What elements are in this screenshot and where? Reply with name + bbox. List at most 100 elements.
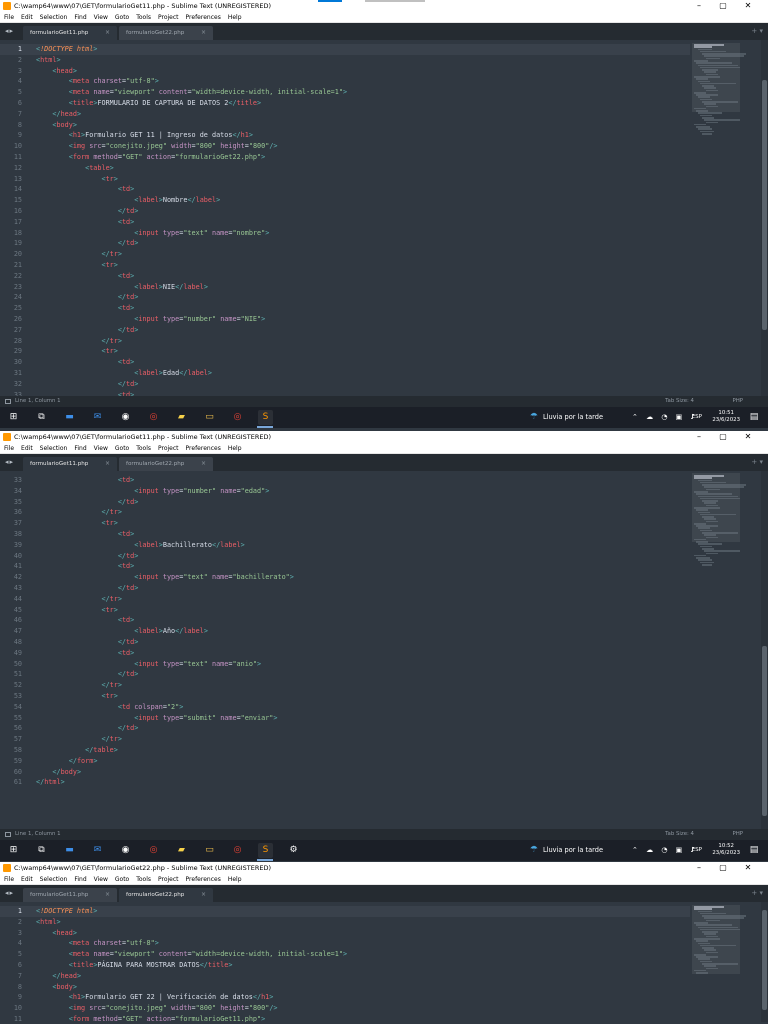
close-icon[interactable]: × — [201, 26, 206, 40]
menu-project[interactable]: Project — [158, 445, 179, 452]
menu-goto[interactable]: Goto — [115, 876, 129, 883]
menu-file[interactable]: File — [4, 445, 14, 452]
tab-formularioget11[interactable]: formularioGet11.php × — [23, 888, 117, 902]
close-icon[interactable]: × — [201, 888, 206, 902]
chrome-icon[interactable]: ◎ — [230, 843, 245, 858]
windows-start-icon[interactable]: ⊞ — [6, 410, 21, 425]
close-icon[interactable]: × — [105, 888, 110, 902]
minimap[interactable] — [692, 905, 746, 974]
menu-help[interactable]: Help — [228, 14, 242, 21]
menu-selection[interactable]: Selection — [40, 876, 68, 883]
menu-find[interactable]: Find — [74, 14, 86, 21]
close-icon[interactable]: × — [201, 457, 206, 471]
tab-size-selector[interactable]: Tab Size: 4 — [665, 396, 694, 407]
language-indicator[interactable]: ESP — [692, 840, 702, 861]
task-view-icon[interactable]: ⧉ — [34, 410, 49, 425]
menu-edit[interactable]: Edit — [21, 876, 33, 883]
menu-find[interactable]: Find — [74, 876, 86, 883]
scrollbar-thumb[interactable] — [762, 646, 767, 816]
language-indicator[interactable]: ESP — [692, 407, 702, 428]
menu-help[interactable]: Help — [228, 445, 242, 452]
whatsapp-icon[interactable]: ◉ — [118, 410, 133, 425]
file-explorer-icon[interactable]: ▬ — [62, 843, 77, 858]
system-tray-icons[interactable]: ⌃ ☁ ◔ ▣ ♪ — [632, 840, 698, 861]
menu-view[interactable]: View — [94, 445, 108, 452]
new-tab-icon[interactable]: + ▾ — [751, 888, 763, 898]
new-tab-icon[interactable]: + ▾ — [751, 26, 763, 36]
menu-view[interactable]: View — [94, 876, 108, 883]
syntax-selector[interactable]: PHP — [732, 829, 743, 840]
file-explorer-icon[interactable]: ▬ — [62, 410, 77, 425]
notification-icon[interactable]: ▤ — [748, 844, 760, 856]
menu-project[interactable]: Project — [158, 14, 179, 21]
new-tab-icon[interactable]: + ▾ — [751, 457, 763, 467]
tab-formularioget22[interactable]: formularioGet22.php × — [119, 26, 213, 40]
menu-project[interactable]: Project — [158, 876, 179, 883]
menu-selection[interactable]: Selection — [40, 14, 68, 21]
tab-formularioget22[interactable]: formularioGet22.php × — [119, 457, 213, 471]
whatsapp-icon[interactable]: ◉ — [118, 843, 133, 858]
tab-formularioget11[interactable]: formularioGet11.php × — [23, 26, 117, 40]
code-editor[interactable]: 1 <!DOCTYPE html> 2 <html> 3 <head> 4 <meta c… — [0, 902, 768, 1022]
tab-nav-arrows-icon[interactable]: ◂▸ — [5, 26, 14, 36]
close-button[interactable]: ✕ — [736, 0, 760, 12]
maximize-button[interactable]: ▢ — [711, 862, 735, 874]
mail-icon[interactable]: ✉ — [90, 410, 105, 425]
vertical-scrollbar[interactable] — [761, 902, 768, 1022]
maximize-button[interactable]: ▢ — [711, 0, 735, 12]
windows-start-icon[interactable]: ⊞ — [6, 843, 21, 858]
sticky-notes-icon[interactable]: ▰ — [174, 843, 189, 858]
mail-icon[interactable]: ✉ — [90, 843, 105, 858]
chrome-icon[interactable]: ◎ — [146, 843, 161, 858]
menu-edit[interactable]: Edit — [21, 14, 33, 21]
minimap[interactable] — [692, 473, 746, 566]
task-view-icon[interactable]: ⧉ — [34, 843, 49, 858]
tab-formularioget11[interactable]: formularioGet11.php × — [23, 457, 117, 471]
weather-widget[interactable]: ☂ Lluvia por la tarde — [530, 407, 603, 428]
minimize-button[interactable]: – — [687, 0, 711, 12]
chrome-icon[interactable]: ◎ — [230, 410, 245, 425]
menu-tools[interactable]: Tools — [136, 14, 151, 21]
syntax-selector[interactable]: PHP — [732, 396, 743, 407]
sublime-text-icon[interactable]: S — [258, 410, 273, 425]
scrollbar-thumb[interactable] — [762, 80, 767, 330]
vertical-scrollbar[interactable] — [761, 471, 768, 829]
panel-toggle-icon[interactable] — [5, 399, 11, 404]
sticky-notes-icon[interactable]: ▰ — [174, 410, 189, 425]
menu-edit[interactable]: Edit — [21, 445, 33, 452]
close-icon[interactable]: × — [105, 26, 110, 40]
folder-icon[interactable]: ▭ — [202, 843, 217, 858]
menu-goto[interactable]: Goto — [115, 14, 129, 21]
tab-nav-arrows-icon[interactable]: ◂▸ — [5, 888, 14, 898]
tab-size-selector[interactable]: Tab Size: 4 — [665, 829, 694, 840]
sublime-text-icon[interactable]: S — [258, 843, 273, 858]
menu-tools[interactable]: Tools — [136, 876, 151, 883]
menu-goto[interactable]: Goto — [115, 445, 129, 452]
clock[interactable]: 10:51 23/6/2023 — [712, 410, 740, 424]
minimize-button[interactable]: – — [687, 431, 711, 443]
notification-icon[interactable]: ▤ — [748, 411, 760, 423]
menu-file[interactable]: File — [4, 876, 14, 883]
panel-toggle-icon[interactable] — [5, 832, 11, 837]
menu-preferences[interactable]: Preferences — [186, 876, 221, 883]
tab-formularioget22[interactable]: formularioGet22.php × — [119, 888, 213, 902]
close-button[interactable]: ✕ — [736, 862, 760, 874]
scrollbar-thumb[interactable] — [762, 910, 767, 1010]
weather-widget[interactable]: ☂ Lluvia por la tarde — [530, 840, 603, 861]
folder-icon[interactable]: ▭ — [202, 410, 217, 425]
settings-gear-icon[interactable]: ⚙ — [286, 843, 301, 858]
vertical-scrollbar[interactable] — [761, 40, 768, 396]
minimap[interactable] — [692, 43, 746, 135]
code-editor[interactable]: 33 <td> 34 <input type="number" name="eda… — [0, 471, 768, 829]
menu-file[interactable]: File — [4, 14, 14, 21]
menu-view[interactable]: View — [94, 14, 108, 21]
code-editor[interactable]: 1 <!DOCTYPE html> 2 <html> 3 <head> 4 <meta c… — [0, 40, 768, 396]
tab-nav-arrows-icon[interactable]: ◂▸ — [5, 457, 14, 467]
chrome-icon[interactable]: ◎ — [146, 410, 161, 425]
menu-selection[interactable]: Selection — [40, 445, 68, 452]
close-button[interactable]: ✕ — [736, 431, 760, 443]
system-tray-icons[interactable]: ⌃ ☁ ◔ ▣ ♪ — [632, 407, 698, 428]
menu-help[interactable]: Help — [228, 876, 242, 883]
clock[interactable]: 10:52 23/6/2023 — [712, 843, 740, 857]
maximize-button[interactable]: ▢ — [711, 431, 735, 443]
